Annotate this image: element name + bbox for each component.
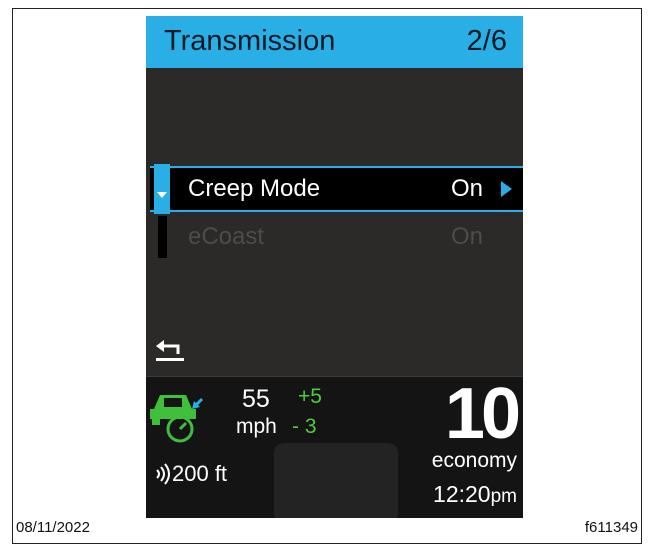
selection-marker [154, 164, 170, 214]
menu-item-label: Creep Mode [188, 175, 321, 202]
screen-title: Transmission [164, 25, 336, 57]
page-indicator: 2/6 [466, 25, 507, 57]
scroll-marker [158, 216, 167, 258]
display-screen: Transmission 2/6 Creep Mode On eCoast On… [146, 16, 523, 518]
drive-mode: economy [431, 449, 517, 472]
radar-signal-icon [156, 463, 170, 485]
speed-offset-plus: +5 [298, 385, 322, 408]
down-arrow-icon [157, 192, 167, 198]
menu-item-value: On [450, 175, 483, 202]
adaptive-cruise-icon [150, 395, 204, 443]
gear-number: 10 [444, 374, 521, 454]
speed-offset-minus: - 3 [292, 415, 317, 438]
clock-time: 12:20 [433, 481, 491, 507]
center-panel [274, 443, 398, 518]
footer-date: 08/11/2022 [16, 519, 90, 536]
chevron-right-icon[interactable] [501, 181, 512, 197]
clock: 12:20pm [433, 481, 517, 508]
menu-item-value: On [450, 223, 483, 250]
set-speed: 55 [242, 385, 270, 413]
following-distance: 200 ft [172, 461, 228, 486]
footer-figure-id: f611349 [584, 519, 638, 536]
clock-suffix: pm [490, 486, 517, 507]
screen-header: Transmission 2/6 [146, 16, 523, 68]
speed-unit: mph [236, 415, 277, 438]
status-panel: 55 mph +5 - 3 200 ft 10 economy 12:20pm [146, 374, 523, 518]
menu-item-ecoast[interactable]: eCoast [188, 223, 264, 251]
back-arrow-icon[interactable] [154, 334, 186, 364]
